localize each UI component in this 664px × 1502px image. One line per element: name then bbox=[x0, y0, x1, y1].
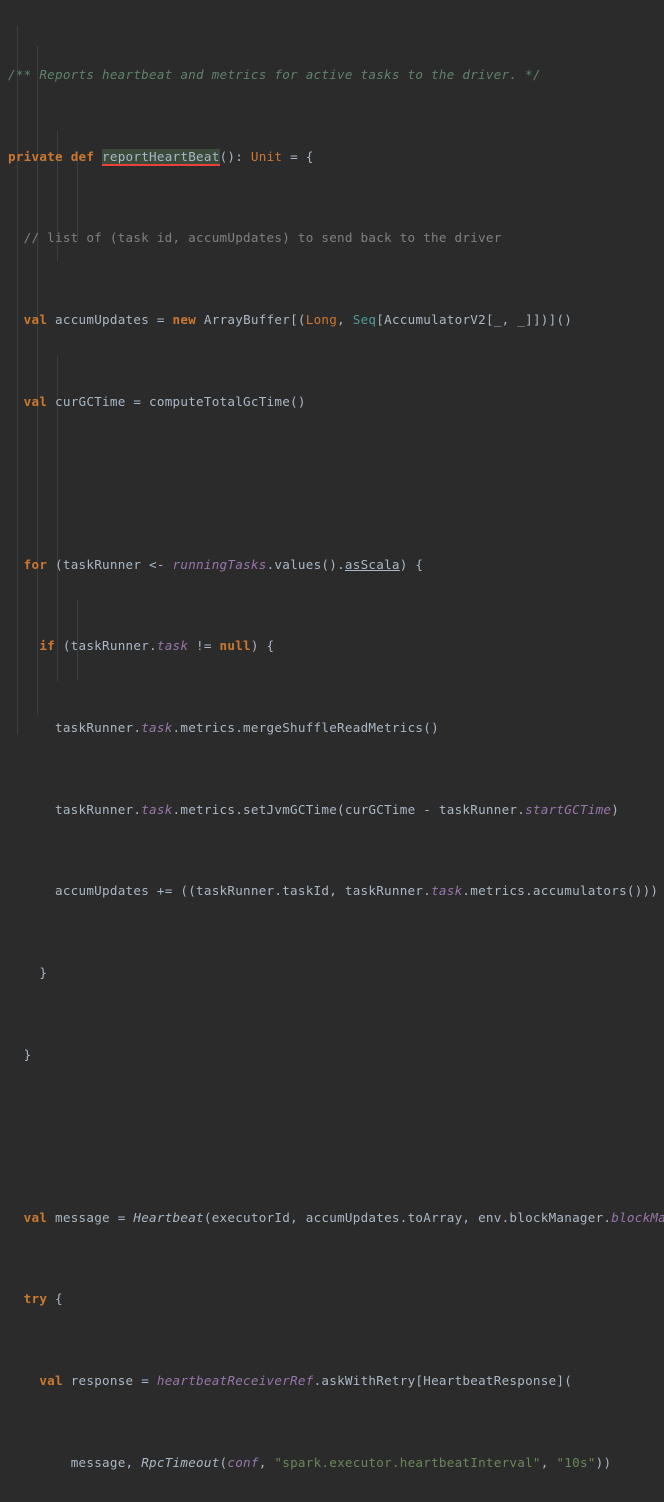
type-seq: Seq bbox=[352, 312, 377, 328]
code-line[interactable]: try { bbox=[0, 1289, 664, 1309]
case-class-heartbeat: Heartbeat bbox=[133, 1209, 204, 1225]
keyword-private: private bbox=[8, 148, 63, 164]
doc-comment: /** Reports heartbeat and metrics for ac… bbox=[8, 67, 541, 83]
keyword-if: if bbox=[39, 638, 56, 654]
field-blockmanagerid: blockManagerId bbox=[611, 1209, 664, 1225]
keyword-val: val bbox=[23, 312, 48, 328]
code-line-blank[interactable] bbox=[0, 1126, 664, 1146]
field-heartbeatreceiverref: heartbeatReceiverRef bbox=[156, 1372, 314, 1388]
string-literal: "10s" bbox=[556, 1454, 596, 1470]
code-line[interactable]: val curGCTime = computeTotalGcTime() bbox=[0, 392, 664, 412]
type-unit: Unit bbox=[250, 148, 283, 164]
class-rpctimeout: RpcTimeout bbox=[141, 1454, 220, 1470]
field-conf: conf bbox=[227, 1454, 259, 1470]
field-task: task bbox=[156, 638, 189, 654]
code-line[interactable]: val response = heartbeatReceiverRef.askW… bbox=[0, 1371, 664, 1391]
code-line[interactable]: // list of (task id, accumUpdates) to se… bbox=[0, 228, 664, 248]
code-line[interactable]: taskRunner.task.metrics.mergeShuffleRead… bbox=[0, 718, 664, 738]
field-runningtasks: runningTasks bbox=[172, 556, 267, 572]
keyword-null: null bbox=[219, 638, 251, 654]
string-literal: "spark.executor.heartbeatInterval" bbox=[274, 1454, 541, 1470]
field-task: task bbox=[141, 720, 173, 736]
code-line[interactable]: /** Reports heartbeat and metrics for ac… bbox=[0, 65, 664, 85]
keyword-val: val bbox=[23, 393, 48, 409]
method-declaration[interactable]: reportHeartBeat bbox=[102, 148, 220, 166]
keyword-val: val bbox=[39, 1372, 63, 1388]
code-line[interactable]: } bbox=[0, 963, 664, 983]
line-comment: // list of (task id, accumUpdates) to se… bbox=[23, 230, 502, 246]
code-line[interactable]: val accumUpdates = new ArrayBuffer[(Long… bbox=[0, 310, 664, 330]
code-line[interactable]: val message = Heartbeat(executorId, accu… bbox=[0, 1208, 664, 1228]
keyword-val: val bbox=[23, 1209, 48, 1225]
keyword-for: for bbox=[23, 556, 48, 572]
field-startgctime: startGCTime bbox=[525, 801, 612, 817]
keyword-new: new bbox=[172, 312, 197, 328]
code-line[interactable]: accumUpdates += ((taskRunner.taskId, tas… bbox=[0, 881, 664, 901]
code-editor[interactable]: /** Reports heartbeat and metrics for ac… bbox=[0, 0, 664, 1470]
code-line-blank[interactable] bbox=[0, 473, 664, 493]
keyword-def: def bbox=[70, 148, 95, 164]
code-line[interactable]: message, RpcTimeout(conf, "spark.executo… bbox=[0, 1453, 664, 1473]
code-line[interactable]: } bbox=[0, 1045, 664, 1065]
code-content[interactable]: /** Reports heartbeat and metrics for ac… bbox=[0, 0, 664, 1502]
code-line[interactable]: if (taskRunner.task != null) { bbox=[0, 636, 664, 656]
code-line[interactable]: taskRunner.task.metrics.setJvmGCTime(cur… bbox=[0, 800, 664, 820]
code-line[interactable]: for (taskRunner <- runningTasks.values()… bbox=[0, 555, 664, 575]
type-long: Long bbox=[305, 312, 338, 328]
field-task: task bbox=[141, 801, 173, 817]
field-task: task bbox=[431, 883, 463, 899]
code-line[interactable]: private def reportHeartBeat(): Unit = { bbox=[0, 147, 664, 167]
keyword-try: try bbox=[23, 1291, 48, 1307]
implicit-asscala: asScala bbox=[344, 556, 400, 572]
